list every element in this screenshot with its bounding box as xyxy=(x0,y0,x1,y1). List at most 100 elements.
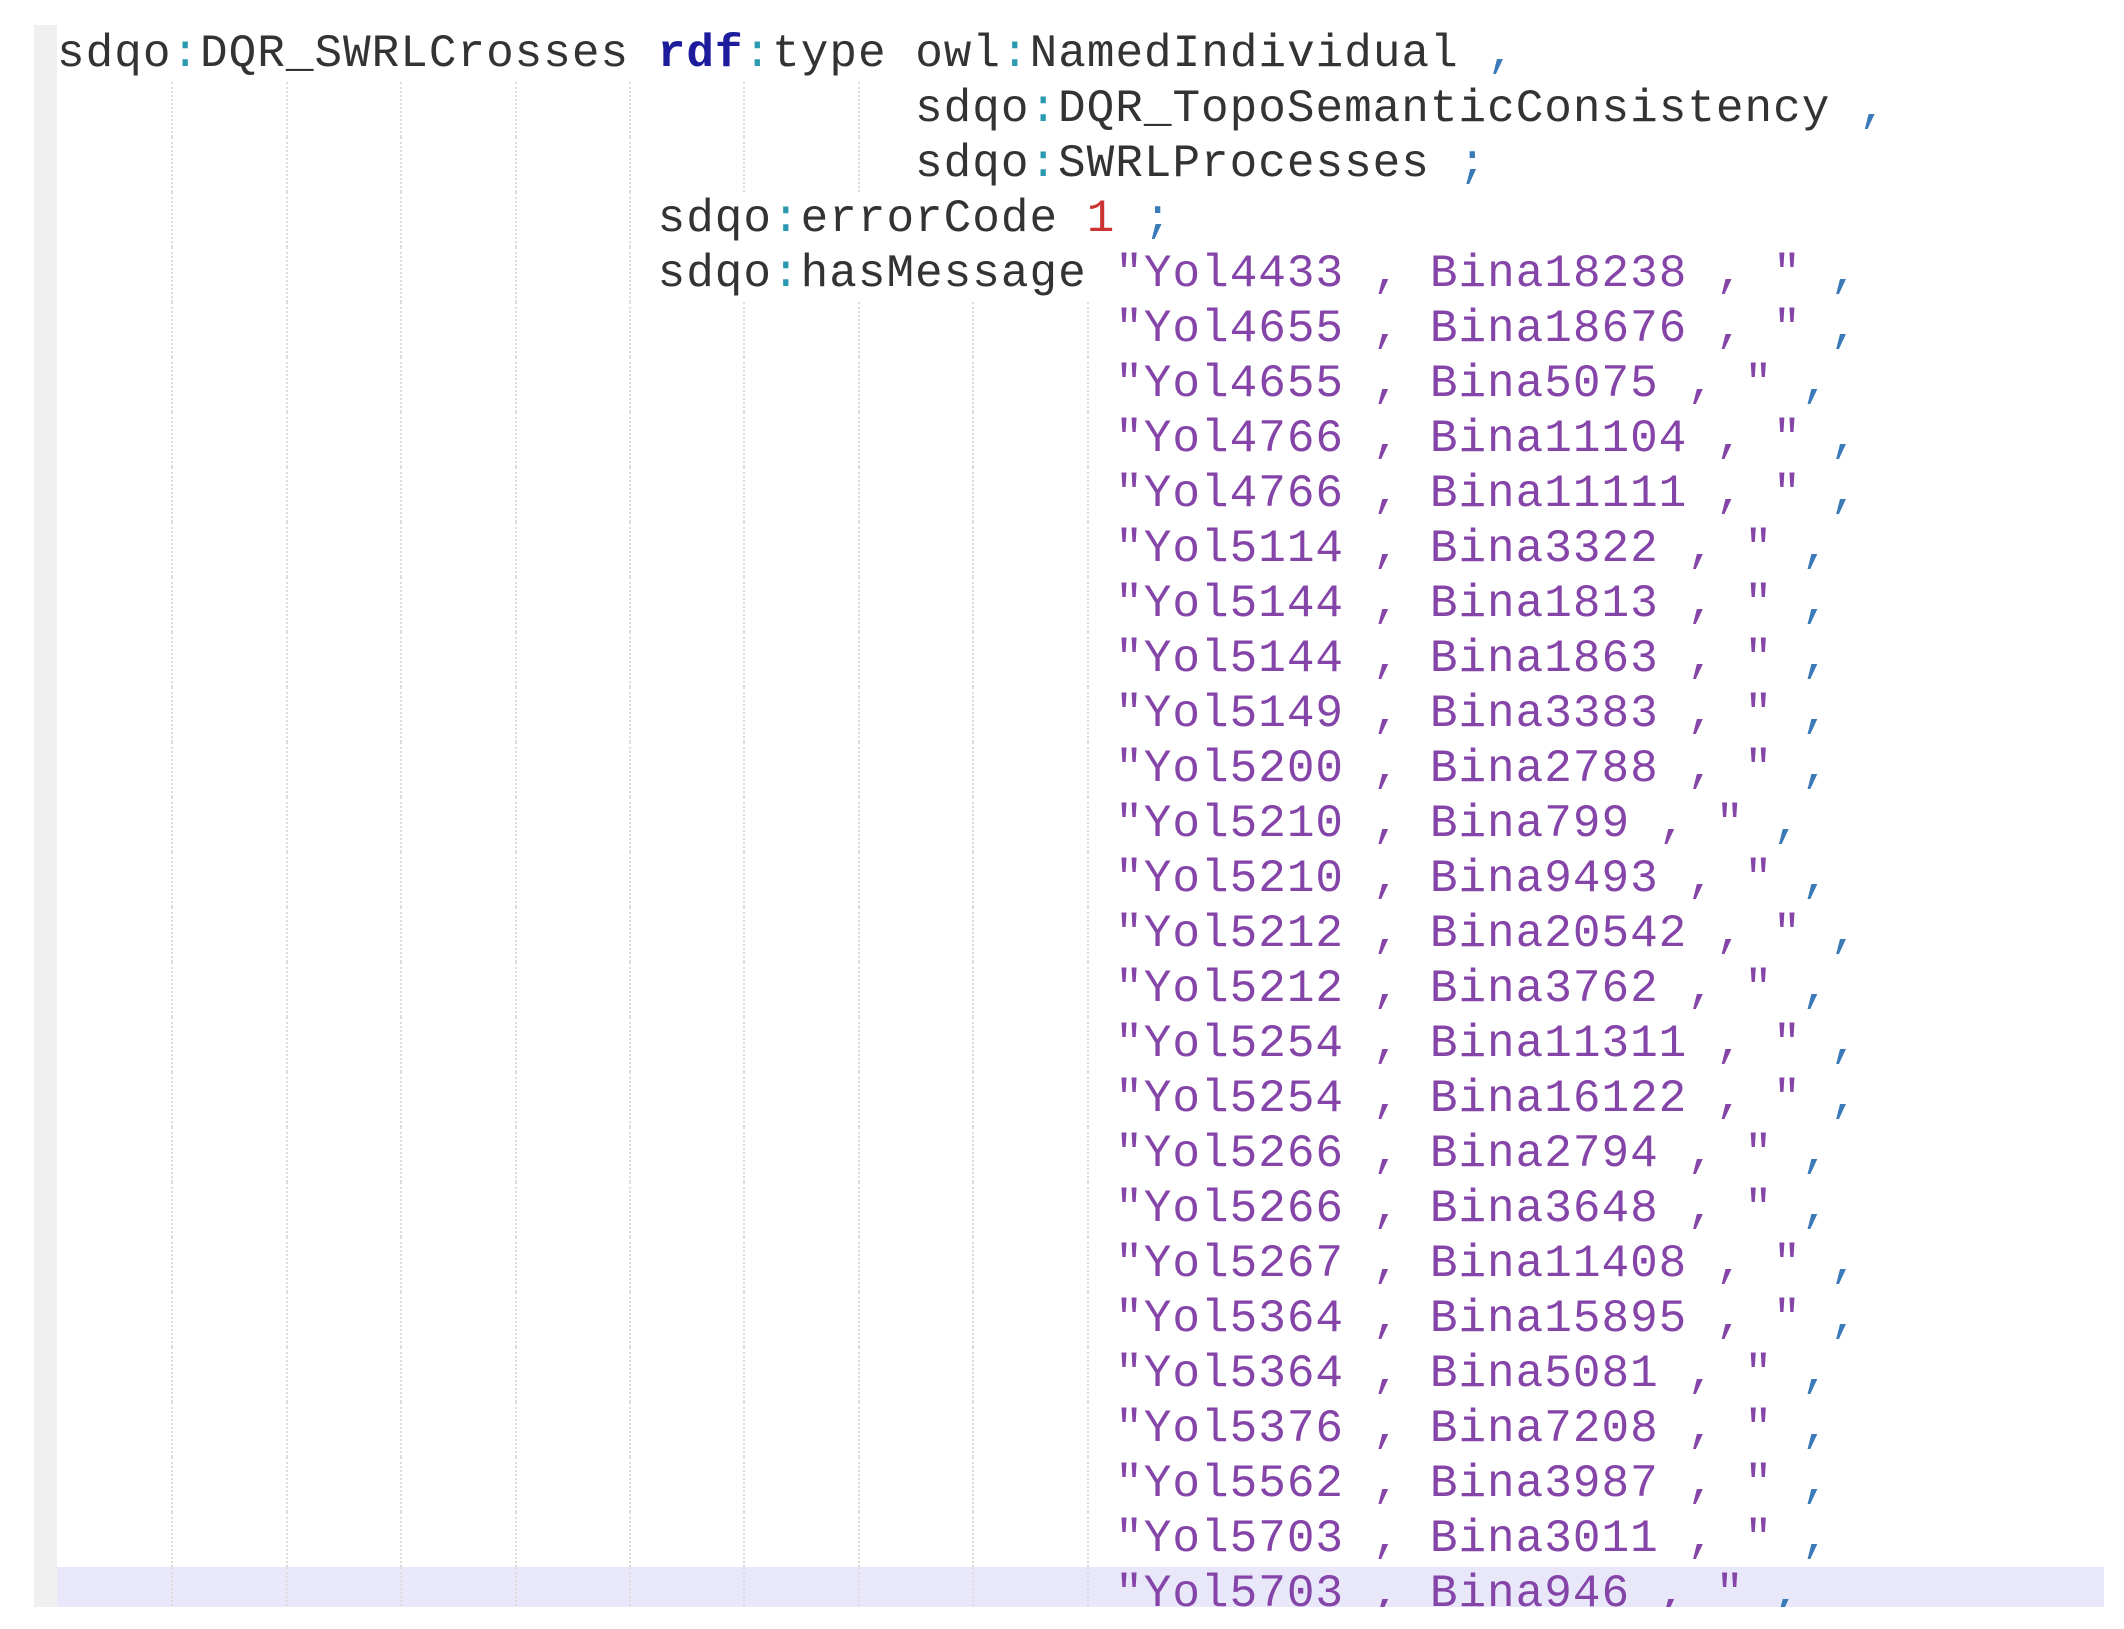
code-line-current[interactable]: "Yol5703 , Bina946 , " , xyxy=(57,1567,2104,1607)
indent-guide xyxy=(285,467,288,522)
indent-guide xyxy=(629,907,631,962)
code-line[interactable]: "Yol5254 , Bina16122 , " , xyxy=(57,1072,2104,1127)
indent-guide xyxy=(514,907,517,962)
indent-guide xyxy=(972,522,975,577)
message-string: "Yol5144 , Bina1863 , " xyxy=(1115,633,1774,685)
code-area[interactable]: sdqo:DQR_SWRLCrosses rdf:type owl:NamedI… xyxy=(57,25,2104,1607)
indent-guide xyxy=(400,467,403,522)
code-line[interactable]: "Yol4766 , Bina11104 , " , xyxy=(57,412,2104,467)
indent-guide xyxy=(972,797,975,852)
code-line[interactable]: "Yol5144 , Bina1813 , " , xyxy=(57,577,2104,632)
indent-guide xyxy=(1086,962,1089,1017)
indent-guide xyxy=(629,302,631,357)
code-line[interactable]: "Yol5200 , Bina2788 , " , xyxy=(57,742,2104,797)
code-line[interactable]: "Yol5254 , Bina11311 , " , xyxy=(57,1017,2104,1072)
comma: , xyxy=(1801,688,1831,740)
indent-guide xyxy=(400,82,403,137)
indent-guide xyxy=(514,1127,517,1182)
code-line[interactable]: "Yol5562 , Bina3987 , " , xyxy=(57,1457,2104,1512)
indent-guide xyxy=(1086,797,1089,852)
comma: , xyxy=(1801,963,1831,1015)
line-text: sdqo:SWRLProcesses ; xyxy=(915,137,1487,192)
code-line[interactable]: "Yol5376 , Bina7208 , " , xyxy=(57,1402,2104,1457)
line-text: sdqo:errorCode 1 ; xyxy=(658,192,1173,247)
colon: : xyxy=(1029,138,1059,190)
code-line[interactable]: "Yol5266 , Bina2794 , " , xyxy=(57,1127,2104,1182)
colon: : xyxy=(171,28,201,80)
code-line[interactable]: "Yol5212 , Bina3762 , " , xyxy=(57,962,2104,1017)
code-line[interactable]: "Yol5114 , Bina3322 , " , xyxy=(57,522,2104,577)
line-text: "Yol5703 , Bina3011 , " , xyxy=(1115,1512,1830,1567)
code-line[interactable]: "Yol5144 , Bina1863 , " , xyxy=(57,632,2104,687)
indent-guide xyxy=(400,632,403,687)
indent-guide xyxy=(400,192,403,247)
indent-guide xyxy=(1086,1182,1089,1237)
code-line[interactable]: "Yol5364 , Bina5081 , " , xyxy=(57,1347,2104,1402)
indent-guide xyxy=(400,852,403,907)
code-line[interactable]: "Yol4766 , Bina11111 , " , xyxy=(57,467,2104,522)
indent-guide xyxy=(514,1017,517,1072)
indent-guide xyxy=(743,962,746,1017)
indent-guide xyxy=(857,1072,860,1127)
code-line[interactable]: sdqo:DQR_SWRLCrosses rdf:type owl:NamedI… xyxy=(57,27,2104,82)
message-string: "Yol5267 , Bina11408 , " xyxy=(1115,1238,1802,1290)
comma: , xyxy=(1801,743,1831,795)
indent-guide xyxy=(629,357,631,412)
code-line[interactable]: "Yol5364 , Bina15895 , " , xyxy=(57,1292,2104,1347)
comma: , xyxy=(1801,633,1831,685)
code-line[interactable]: sdqo:hasMessage "Yol4433 , Bina18238 , "… xyxy=(57,247,2104,302)
indent-guide xyxy=(629,1567,631,1607)
code-line[interactable]: "Yol4655 , Bina18676 , " , xyxy=(57,302,2104,357)
local-name: NamedIndividual xyxy=(1029,28,1459,80)
comma: , xyxy=(1801,1183,1831,1235)
indent-guide xyxy=(743,577,746,632)
comma: , xyxy=(1801,853,1831,905)
indent-guide xyxy=(285,1347,288,1402)
code-line[interactable]: "Yol5210 , Bina9493 , " , xyxy=(57,852,2104,907)
indent-guide xyxy=(400,1237,403,1292)
code-line[interactable]: "Yol5266 , Bina3648 , " , xyxy=(57,1182,2104,1237)
code-line[interactable]: "Yol5149 , Bina3383 , " , xyxy=(57,687,2104,742)
indent-guide xyxy=(285,357,288,412)
code-line[interactable]: "Yol4655 , Bina5075 , " , xyxy=(57,357,2104,412)
code-line[interactable]: "Yol5703 , Bina3011 , " , xyxy=(57,1512,2104,1567)
indent-guide xyxy=(400,742,403,797)
code-line[interactable]: sdqo:errorCode 1 ; xyxy=(57,192,2104,247)
indent-guide xyxy=(171,1072,174,1127)
indent-guide xyxy=(514,82,517,137)
turtle-code-editor[interactable]: sdqo:DQR_SWRLCrosses rdf:type owl:NamedI… xyxy=(34,25,2104,1607)
indent-guide xyxy=(629,1292,631,1347)
indent-guide xyxy=(514,357,517,412)
indent-guide xyxy=(400,357,403,412)
message-string: "Yol5703 , Bina946 , " xyxy=(1115,1568,1745,1607)
code-line[interactable]: sdqo:DQR_TopoSemanticConsistency , xyxy=(57,82,2104,137)
line-text: "Yol5144 , Bina1863 , " , xyxy=(1115,632,1830,687)
prefix: sdqo xyxy=(915,138,1030,190)
code-line[interactable]: "Yol5267 , Bina11408 , " , xyxy=(57,1237,2104,1292)
code-line[interactable]: sdqo:SWRLProcesses ; xyxy=(57,137,2104,192)
indent-guide xyxy=(171,1567,174,1607)
indent-guide xyxy=(857,797,860,852)
indent-guide xyxy=(514,632,517,687)
indent-guide xyxy=(1086,1347,1089,1402)
indent-guide xyxy=(1086,1457,1089,1512)
message-string: "Yol5144 , Bina1813 , " xyxy=(1115,578,1774,630)
indent-guide xyxy=(743,632,746,687)
code-line[interactable]: "Yol5212 , Bina20542 , " , xyxy=(57,907,2104,962)
prefix: rdf xyxy=(657,28,744,80)
indent-guide xyxy=(857,687,860,742)
indent-guide xyxy=(743,742,746,797)
indent-guide xyxy=(629,1457,631,1512)
indent-guide xyxy=(1086,1292,1089,1347)
code-line[interactable]: "Yol5210 , Bina799 , " , xyxy=(57,797,2104,852)
indent-guide xyxy=(743,1457,746,1512)
message-string: "Yol5254 , Bina16122 , " xyxy=(1115,1073,1802,1125)
indent-guide xyxy=(171,137,174,192)
